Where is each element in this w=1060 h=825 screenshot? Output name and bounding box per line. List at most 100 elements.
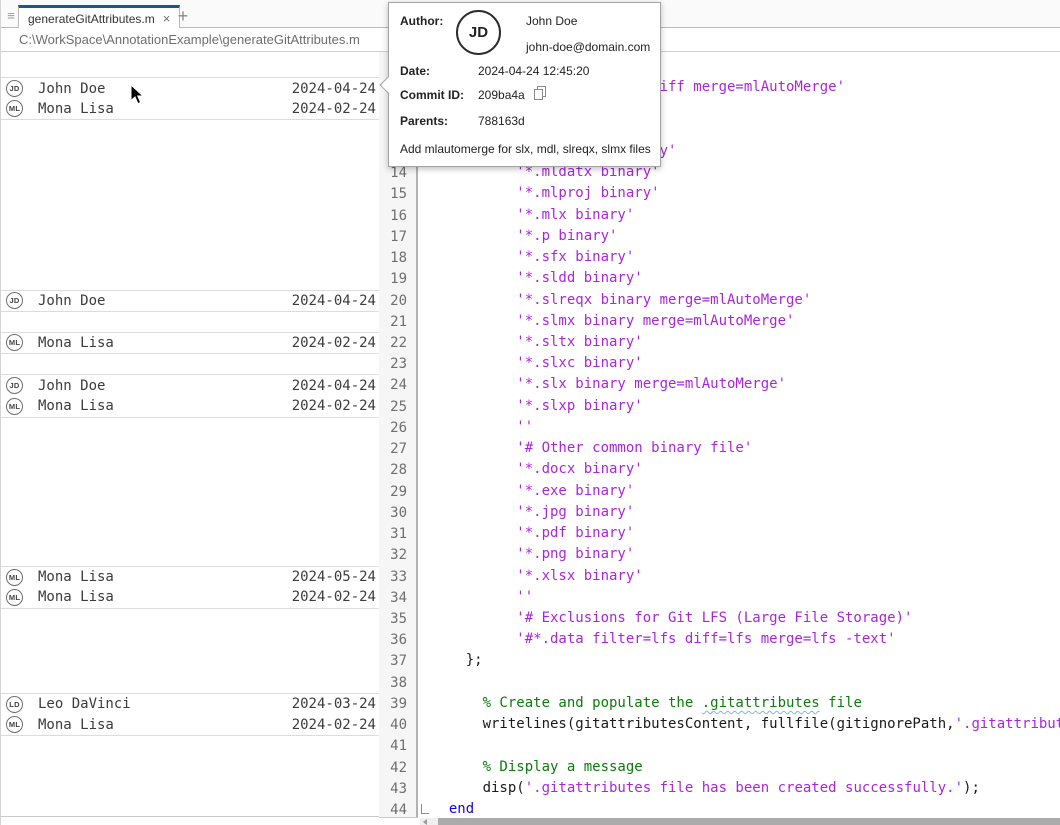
- line-number: 34: [390, 587, 407, 609]
- commit-id-label: Commit ID:: [400, 88, 464, 102]
- line-number: 18: [390, 247, 407, 269]
- mouse-cursor: [130, 84, 145, 111]
- code-line: '*.slxp binary': [432, 396, 643, 418]
- commit-details-tooltip: Author: JD John Doe john-doe@domain.com …: [388, 2, 661, 167]
- blame-row[interactable]: MLMona Lisa2024-05-24: [1, 566, 379, 588]
- line-number: 31: [390, 523, 407, 545]
- code-line: '*.mlx binary': [432, 205, 634, 227]
- line-number: 17: [390, 226, 407, 248]
- blame-author-name: Mona Lisa: [38, 589, 114, 605]
- blame-date: 2024-02-24: [292, 717, 376, 733]
- line-number: 43: [390, 778, 407, 800]
- code-line: '*.sfx binary': [432, 247, 634, 269]
- blame-row[interactable]: MLMona Lisa2024-02-24: [1, 714, 379, 736]
- blame-author-name: John Doe: [38, 293, 105, 309]
- author-name: John Doe: [526, 14, 577, 28]
- code-line: '*.slxc binary': [432, 353, 643, 375]
- blame-row[interactable]: MLMona Lisa2024-02-24: [1, 98, 379, 120]
- drag-grip-icon[interactable]: ≡: [4, 6, 18, 26]
- code-line: '*.p binary': [432, 226, 617, 248]
- line-number: 36: [390, 629, 407, 651]
- date-value: 2024-04-24 12:45:20: [478, 64, 589, 78]
- line-number: 30: [390, 502, 407, 524]
- code-line: '*.pdf binary': [432, 523, 634, 545]
- line-number: 44: [390, 799, 407, 821]
- tab-title: generateGitAttributes.m: [28, 12, 155, 26]
- blame-date: 2024-04-24: [292, 378, 376, 394]
- date-label: Date:: [400, 64, 430, 78]
- line-number: 35: [390, 608, 407, 630]
- code-line: '*.slmx binary merge=mlAutoMerge': [432, 311, 794, 333]
- code-line: '*.exe binary': [432, 481, 634, 503]
- code-line: % Display a message: [432, 757, 643, 779]
- copy-icon[interactable]: [533, 85, 548, 105]
- line-number: 25: [390, 396, 407, 418]
- author-badge-icon: ML: [6, 398, 23, 415]
- code-line: disp('.gitattributes file has been creat…: [432, 778, 980, 800]
- author-badge-icon: ML: [6, 589, 23, 606]
- code-line: };: [432, 650, 483, 672]
- line-number: 41: [390, 735, 407, 757]
- blame-row[interactable]: JDJohn Doe2024-04-24: [1, 374, 379, 396]
- horizontal-scrollbar[interactable]: [420, 818, 1060, 825]
- line-number: 24: [390, 374, 407, 396]
- author-badge-icon: ML: [6, 569, 23, 586]
- avatar-initials: JD: [469, 24, 488, 41]
- line-number: 19: [390, 268, 407, 290]
- author-badge-icon: ML: [6, 716, 23, 733]
- blame-author-name: Mona Lisa: [38, 335, 114, 351]
- blame-row[interactable]: LDLeo DaVinci2024-03-24: [1, 693, 379, 715]
- code-line: '': [432, 587, 533, 609]
- blame-author-name: Mona Lisa: [38, 101, 114, 117]
- code-line: '# Other common binary file': [432, 438, 752, 460]
- blame-row[interactable]: ML Mona Lisa 2024-02-24: [1, 587, 379, 609]
- git-blame-panel: JD John Doe 2024-04-24 ML Mona Lisa 2024-02-2…: [1, 52, 379, 817]
- code-line: '*.slx binary merge=mlAutoMerge': [432, 374, 786, 396]
- line-number: 42: [390, 757, 407, 779]
- blame-author-name: John Doe: [38, 378, 105, 394]
- fold-end-marker-icon[interactable]: [421, 804, 429, 814]
- code-line: '*.sldd binary': [432, 268, 643, 290]
- blame-author-name: John Doe: [38, 81, 105, 97]
- blame-date: 2024-02-24: [292, 398, 376, 414]
- blame-row[interactable]: JDJohn Doe2024-04-24: [1, 77, 379, 99]
- author-label: Author:: [400, 14, 443, 28]
- code-line: '#*.data filter=lfs diff=lfs merge=lfs -…: [432, 629, 896, 651]
- line-number: 26: [390, 417, 407, 439]
- code-line: '*.docx binary': [432, 459, 643, 481]
- author-badge-icon: LD: [6, 696, 23, 713]
- code-line: writelines(gitattributesContent, fullfil…: [432, 714, 1060, 736]
- line-number: 27: [390, 438, 407, 460]
- code-line: '*.mlproj binary': [432, 183, 660, 205]
- line-number: 37: [390, 650, 407, 672]
- author-badge-icon: JD: [6, 292, 23, 309]
- blame-row[interactable]: MLMona Lisa2024-02-24: [1, 396, 379, 418]
- scroll-left-arrow-icon[interactable]: [423, 819, 427, 825]
- line-number: 38: [390, 672, 407, 694]
- author-email: john-doe@domain.com: [526, 40, 650, 54]
- line-number: 32: [390, 544, 407, 566]
- commit-message: Add mlautomerge for slx, mdl, slreqx, sl…: [400, 142, 651, 156]
- blame-date: 2024-04-24: [292, 81, 376, 97]
- code-line: '*.xlsx binary': [432, 566, 643, 588]
- code-line: end: [432, 799, 474, 818]
- line-number: 21: [390, 311, 407, 333]
- blame-date: 2024-02-24: [292, 589, 376, 605]
- line-number: 39: [390, 693, 407, 715]
- line-number: 40: [390, 714, 407, 736]
- line-number: 15: [390, 183, 407, 205]
- scrollbar-thumb[interactable]: [438, 818, 1060, 825]
- parents-value: 788163d: [478, 114, 525, 128]
- commit-id-value: 209ba4a: [478, 88, 525, 102]
- blame-row[interactable]: JD John Doe 2024-04-24: [1, 290, 379, 312]
- blame-author-name: Leo DaVinci: [38, 696, 131, 712]
- line-number: 28: [390, 459, 407, 481]
- tab-generateGitAttributes[interactable]: generateGitAttributes.m ×: [18, 5, 180, 29]
- line-number: 20: [390, 290, 407, 312]
- blame-row[interactable]: MLMona Lisa2024-02-24: [1, 332, 379, 354]
- editor-main: JD John Doe 2024-04-24 ML Mona Lisa 2024-02-2…: [1, 52, 1060, 825]
- new-tab-button[interactable]: +: [170, 6, 196, 28]
- line-number: 23: [390, 353, 407, 375]
- blame-date: 2024-02-24: [292, 335, 376, 351]
- blame-date: 2024-04-24: [292, 293, 376, 309]
